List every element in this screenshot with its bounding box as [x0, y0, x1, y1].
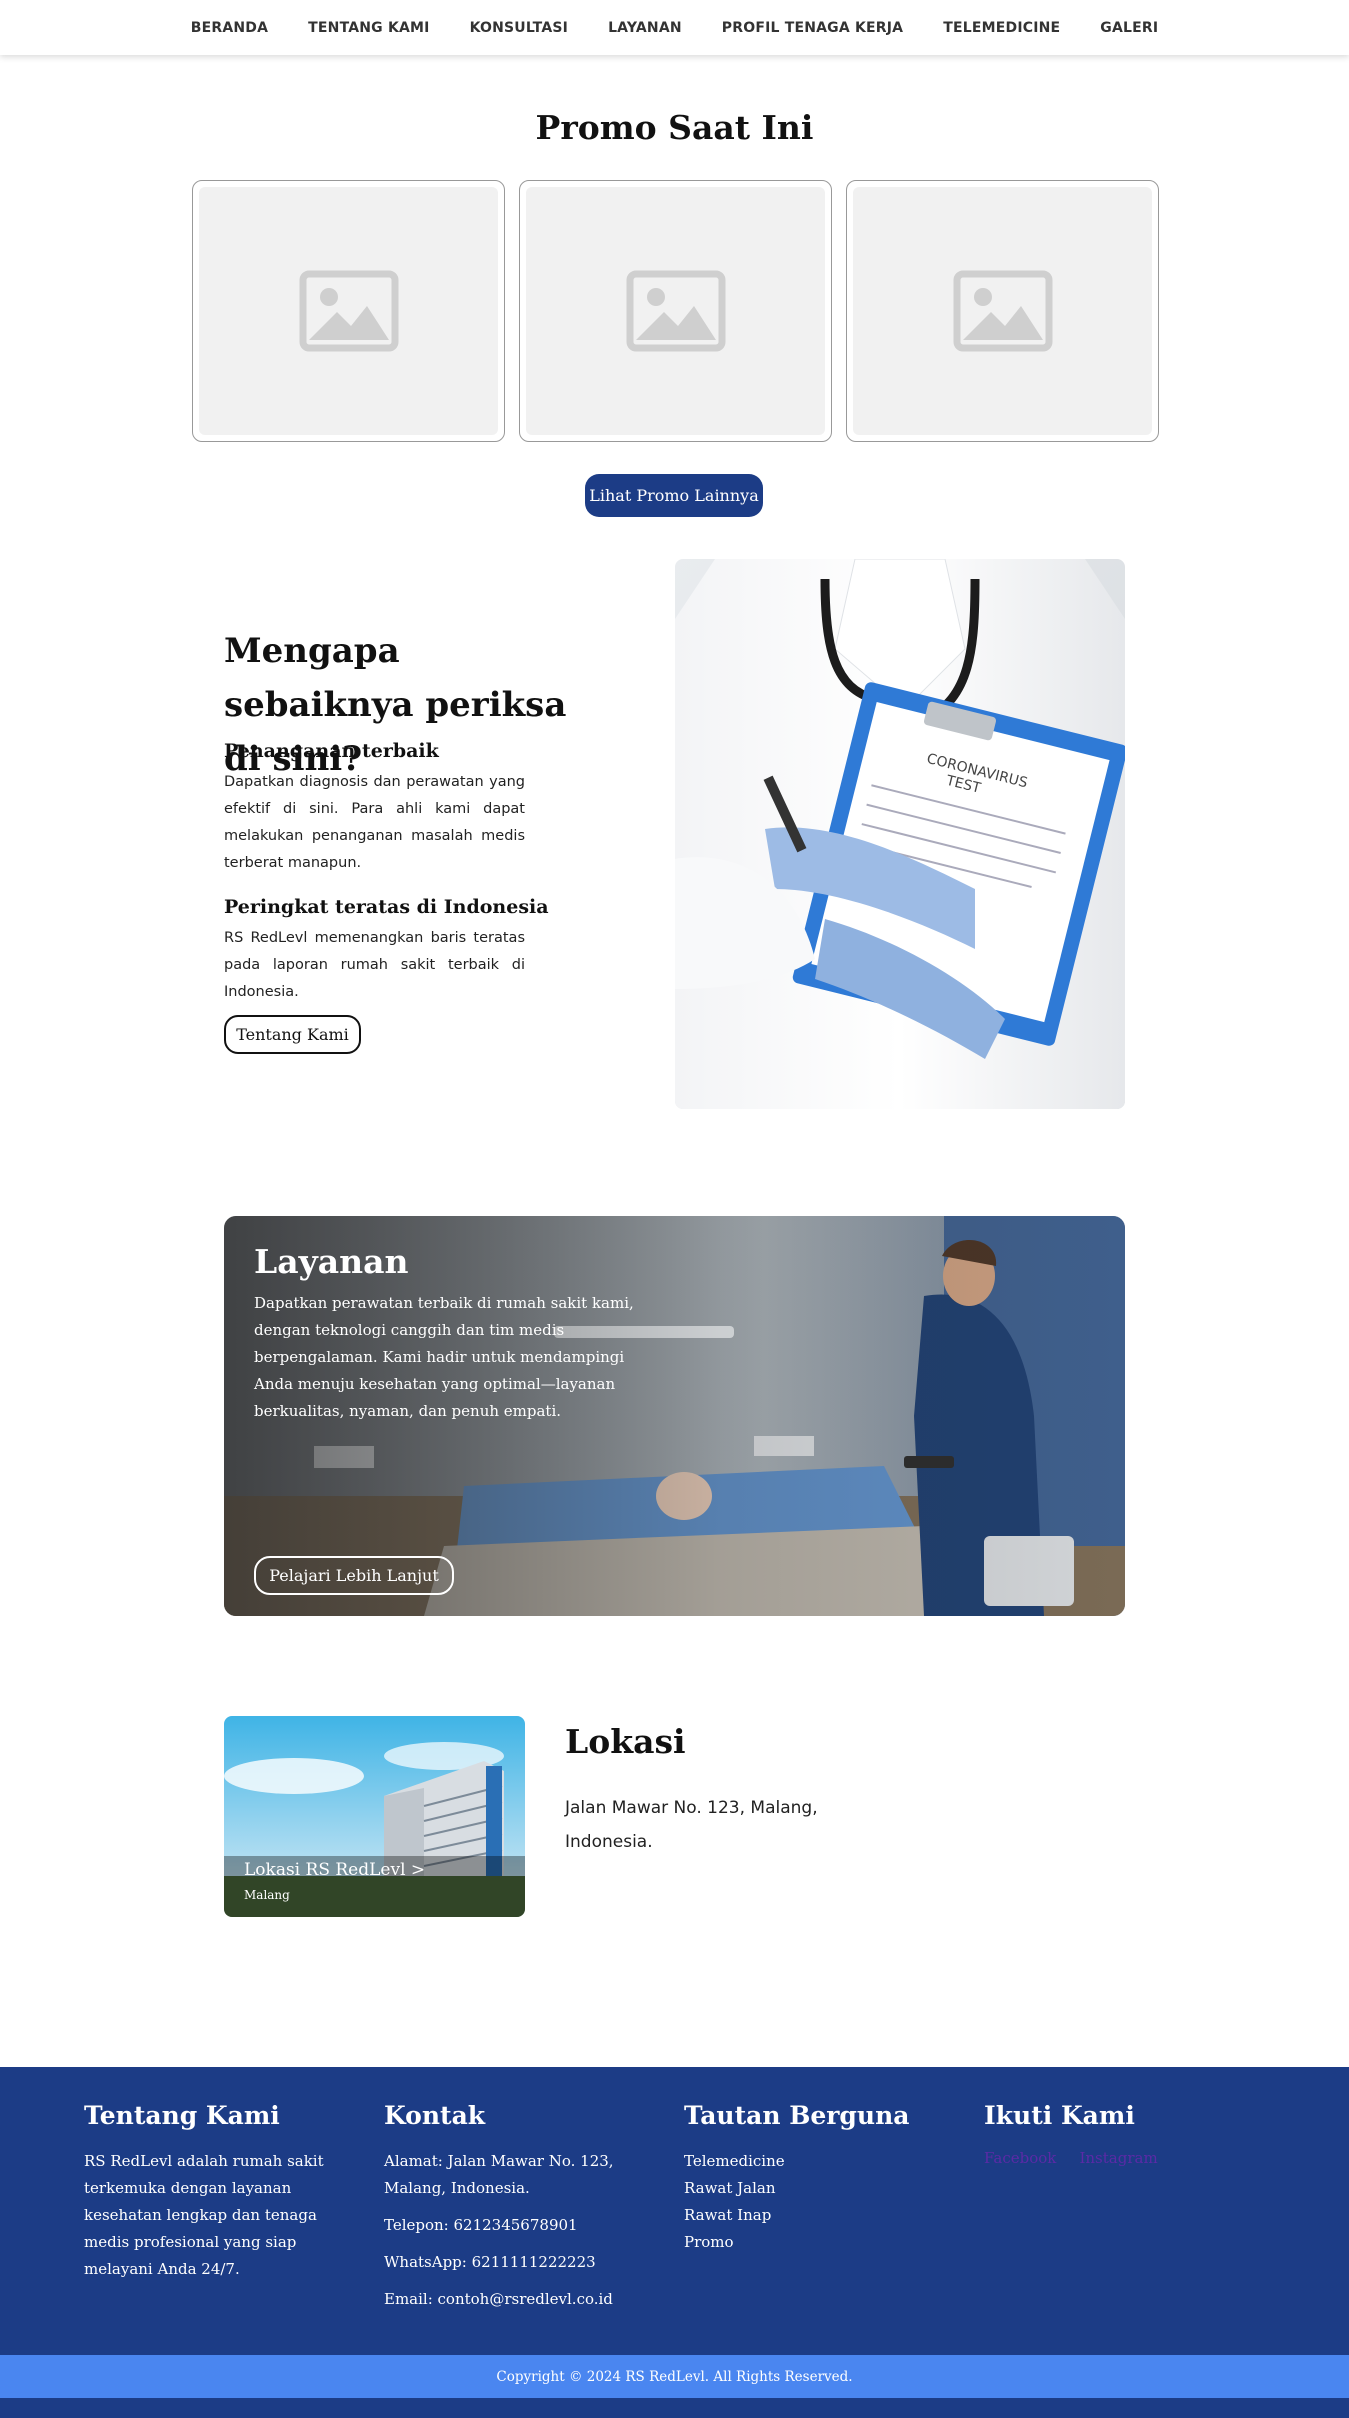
footer-link-rawat-jalan[interactable]: Rawat Jalan	[684, 2175, 959, 2202]
location-card-title: Lokasi RS RedLevl >	[244, 1860, 426, 1880]
footer-contact-phone: Telepon: 6212345678901	[384, 2216, 578, 2234]
nav-galeri[interactable]: GALERI	[1100, 20, 1158, 36]
footer-about-text: RS RedLevl adalah rumah sakit terkemuka …	[84, 2152, 324, 2278]
layanan-title: Layanan	[254, 1242, 409, 1281]
footer-about-title: Tentang Kami	[84, 2101, 280, 2130]
more-promo-button[interactable]: Lihat Promo Lainnya	[585, 474, 763, 517]
top-navigation: BERANDA TENTANG KAMI KONSULTASI LAYANAN …	[0, 0, 1349, 55]
social-link-facebook[interactable]: Facebook	[984, 2149, 1056, 2167]
promo-card-3[interactable]	[846, 180, 1159, 442]
footer-contact-email: Email: contoh@rsredlevl.co.id	[384, 2290, 613, 2308]
point1-title: Penanganan terbaik	[224, 740, 439, 762]
social-link-instagram[interactable]: Instagram	[1079, 2149, 1157, 2167]
location-title: Lokasi	[565, 1722, 686, 1761]
footer-contact-title: Kontak	[384, 2101, 486, 2130]
learn-more-button[interactable]: Pelajari Lebih Lanjut	[254, 1556, 454, 1595]
footer-link-rawat-inap[interactable]: Rawat Inap	[684, 2202, 959, 2229]
layanan-banner: Layanan Dapatkan perawatan terbaik di ru…	[224, 1216, 1125, 1616]
location-card-city: Malang	[244, 1888, 290, 1902]
promo-card-1[interactable]	[192, 180, 505, 442]
footer-link-promo[interactable]: Promo	[684, 2229, 959, 2256]
point2-text: RS RedLevl memenangkan baris teratas pad…	[224, 930, 525, 1000]
image-placeholder-icon	[953, 270, 1052, 352]
point2-title: Peringkat teratas di Indonesia	[224, 896, 549, 918]
footer-social: Ikuti Kami Facebook Instagram	[984, 2101, 1259, 2167]
nav-tentang-kami[interactable]: TENTANG KAMI	[308, 20, 429, 36]
about-us-button[interactable]: Tentang Kami	[224, 1015, 361, 1054]
layanan-text: Dapatkan perawatan terbaik di rumah saki…	[254, 1294, 634, 1420]
footer-contact-address: Alamat: Jalan Mawar No. 123, Malang, Ind…	[384, 2152, 614, 2197]
footer-bottom-strip	[0, 2398, 1349, 2418]
point1-text: Dapatkan diagnosis dan perawatan yang ef…	[224, 774, 525, 871]
nav-profil-tenaga-kerja[interactable]: PROFIL TENAGA KERJA	[722, 20, 903, 36]
footer-links-title: Tautan Berguna	[684, 2101, 910, 2130]
promo-title: Promo Saat Ini	[535, 108, 814, 147]
footer-links: Tautan Berguna Telemedicine Rawat Jalan …	[684, 2101, 959, 2256]
footer-about: Tentang Kami RS RedLevl adalah rumah sak…	[84, 2101, 359, 2283]
promo-card-2[interactable]	[519, 180, 832, 442]
hospital-building-photo	[224, 1716, 525, 1917]
image-placeholder-icon	[626, 270, 725, 352]
doctor-photo: CORONAVIRUS TEST	[675, 559, 1125, 1109]
footer-link-telemedicine[interactable]: Telemedicine	[684, 2148, 959, 2175]
nav-telemedicine[interactable]: TELEMEDICINE	[943, 20, 1060, 36]
image-placeholder-icon	[299, 270, 398, 352]
location-address: Jalan Mawar No. 123, Malang, Indonesia.	[565, 1798, 818, 1852]
footer-contact: Kontak Alamat: Jalan Mawar No. 123, Mala…	[384, 2101, 659, 2313]
nav-beranda[interactable]: BERANDA	[191, 20, 268, 36]
footer-social-title: Ikuti Kami	[984, 2101, 1135, 2130]
footer: Tentang Kami RS RedLevl adalah rumah sak…	[0, 2067, 1349, 2355]
location-card[interactable]: Lokasi RS RedLevl > Malang	[224, 1716, 525, 1917]
footer-contact-whatsapp: WhatsApp: 6211111222223	[384, 2253, 596, 2271]
copyright: Copyright © 2024 RS RedLevl. All Rights …	[0, 2355, 1349, 2398]
nav-layanan[interactable]: LAYANAN	[608, 20, 682, 36]
nav-konsultasi[interactable]: KONSULTASI	[470, 20, 568, 36]
